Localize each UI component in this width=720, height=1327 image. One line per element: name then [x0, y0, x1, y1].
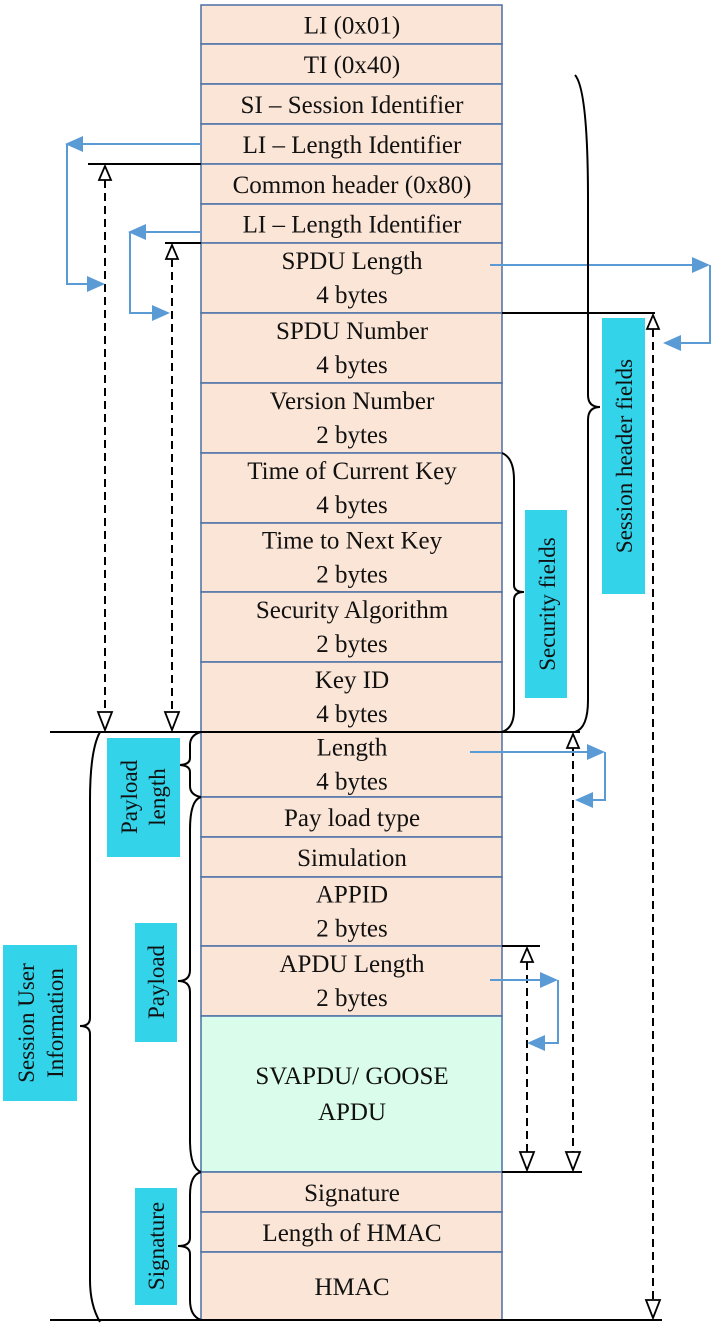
- field-name: Pay load type: [284, 805, 420, 832]
- field-name: APPID: [316, 882, 388, 909]
- field-name: Length: [317, 735, 388, 762]
- field-name: Length of HMAC: [262, 1220, 441, 1247]
- field-column: LI (0x01) TI (0x40) SI – Session Identifie…: [200, 4, 503, 1321]
- field-name: Common header (0x80): [233, 172, 472, 199]
- field-row: SPDU Length 4 bytes: [200, 242, 503, 314]
- field-row: Length of HMAC: [200, 1211, 503, 1253]
- field-row: APPID 2 bytes: [200, 876, 503, 947]
- field-row: HMAC: [200, 1251, 503, 1321]
- field-name: Simulation: [297, 845, 407, 872]
- field-name: LI – Length Identifier: [243, 132, 462, 159]
- field-row: Common header (0x80): [200, 163, 503, 205]
- field-row: Pay load type: [200, 796, 503, 838]
- field-name: Time to Next Key: [262, 528, 443, 555]
- field-row: SVAPDU/ GOOSE APDU: [200, 1015, 503, 1173]
- field-name: Signature: [304, 1180, 400, 1207]
- svg-text:Payload: Payload: [117, 759, 142, 834]
- field-row: Key ID 4 bytes: [200, 661, 503, 733]
- field-size: 2 bytes: [316, 562, 388, 589]
- field-name: SI – Session Identifier: [241, 92, 465, 119]
- svg-text:Session header fields: Session header fields: [612, 359, 637, 553]
- field-cell: [200, 1015, 503, 1173]
- field-name: TI (0x40): [304, 52, 401, 79]
- field-name: LI (0x01): [304, 13, 401, 40]
- field-row: Time of Current Key 4 bytes: [200, 452, 503, 524]
- field-name: SVAPDU/ GOOSE: [255, 1063, 448, 1090]
- field-row: Length 4 bytes: [200, 731, 503, 798]
- label-security: Security fields: [525, 510, 567, 698]
- label-session-header: Session header fields: [602, 318, 645, 594]
- field-name: Version Number: [270, 388, 435, 415]
- field-name: LI – Length Identifier: [243, 212, 462, 239]
- field-row: LI – Length Identifier: [200, 123, 503, 165]
- svg-text:Session User: Session User: [14, 963, 39, 1083]
- label-payload-length: Payload length: [107, 738, 180, 857]
- svg-text:Information: Information: [43, 968, 68, 1078]
- field-size: 4 bytes: [316, 701, 388, 728]
- field-row: SI – Session Identifier: [200, 83, 503, 125]
- field-row: Signature: [200, 1171, 503, 1213]
- field-name: SPDU Length: [282, 248, 423, 275]
- field-row: LI (0x01): [200, 4, 503, 45]
- field-size: 4 bytes: [316, 352, 388, 379]
- label-session-user-information: Session User Information: [3, 945, 77, 1101]
- field-row: TI (0x40): [200, 43, 503, 85]
- field-name: HMAC: [314, 1274, 389, 1301]
- field-name: Key ID: [315, 667, 389, 694]
- field-size: 4 bytes: [316, 769, 388, 796]
- field-row: Time to Next Key 2 bytes: [200, 522, 503, 593]
- field-name: APDU Length: [279, 951, 425, 978]
- label-signature: Signature: [135, 1188, 177, 1305]
- field-row: LI – Length Identifier: [200, 203, 503, 244]
- field-row: Version Number 2 bytes: [200, 382, 503, 454]
- field-row: Security Algorithm 2 bytes: [200, 591, 503, 663]
- field-size: APDU: [318, 1099, 386, 1126]
- svg-text:Signature: Signature: [144, 1202, 169, 1290]
- label-payload: Payload: [135, 923, 177, 1042]
- field-row: APDU Length 2 bytes: [200, 945, 503, 1017]
- spdu-structure-diagram: LI (0x01) TI (0x40) SI – Session Identifie…: [3, 4, 711, 1323]
- field-size: 2 bytes: [316, 631, 388, 658]
- svg-text:Payload: Payload: [144, 944, 169, 1019]
- field-size: 4 bytes: [316, 492, 388, 519]
- svg-text:length: length: [145, 768, 170, 826]
- field-size: 2 bytes: [316, 422, 388, 449]
- field-name: SPDU Number: [276, 318, 429, 345]
- field-name: Time of Current Key: [247, 458, 457, 485]
- field-size: 2 bytes: [316, 985, 388, 1012]
- field-row: SPDU Number 4 bytes: [200, 312, 503, 384]
- field-size: 4 bytes: [316, 282, 388, 309]
- field-row: Simulation: [200, 836, 503, 878]
- field-name: Security Algorithm: [256, 597, 449, 624]
- svg-text:Security fields: Security fields: [535, 537, 560, 671]
- field-size: 2 bytes: [316, 916, 388, 943]
